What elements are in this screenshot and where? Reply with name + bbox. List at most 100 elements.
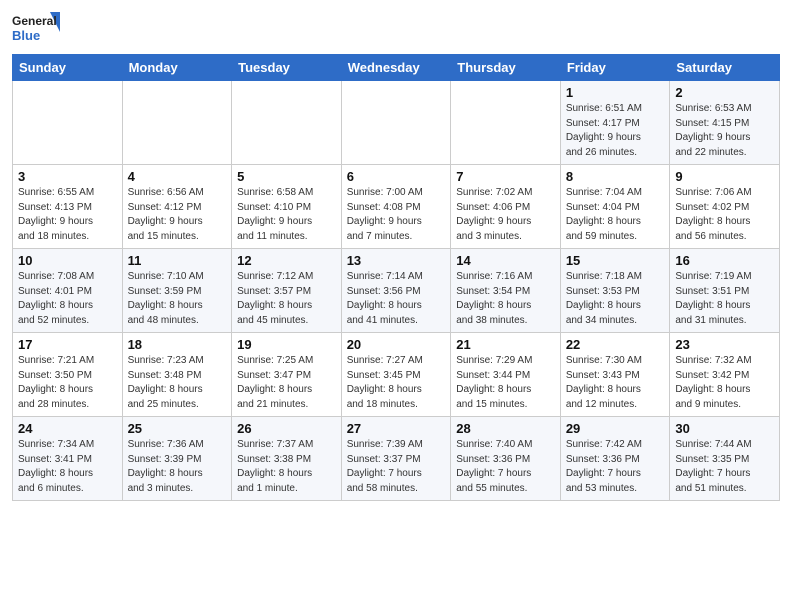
svg-text:General: General [12, 14, 57, 28]
calendar-cell: 13 Sunrise: 7:14 AM Sunset: 3:56 PM Dayli… [341, 249, 451, 333]
calendar-cell: 7 Sunrise: 7:02 AM Sunset: 4:06 PM Daylig… [451, 165, 561, 249]
calendar-week-row: 17Sunrise: 7:21 AM Sunset: 3:50 PM Dayli… [13, 333, 780, 417]
calendar-cell: 28 Sunrise: 7:40 AM Sunset: 3:36 PM Dayli… [451, 417, 561, 501]
day-info: Sunrise: 7:04 AM Sunset: 4:04 PM Dayligh… [566, 186, 665, 244]
calendar-cell: 1 Sunrise: 6:51 AM Sunset: 4:17 PM Daylig… [560, 81, 670, 165]
day-number: 1 [566, 85, 665, 100]
calendar-week-row: 24 Sunrise: 7:34 AM Sunset: 3:41 PM Dayli… [13, 417, 780, 501]
calendar-header-friday: Friday [560, 55, 670, 81]
day-number: 21 [456, 337, 555, 352]
calendar-cell: 18 Sunrise: 7:23 AM Sunset: 3:48 PM Dayli… [122, 333, 232, 417]
day-number: 4 [128, 169, 227, 184]
day-info: Sunrise: 7:39 AM Sunset: 3:37 PM Dayligh… [347, 438, 446, 496]
calendar-header-sunday: Sunday [13, 55, 123, 81]
calendar-cell: 26 Sunrise: 7:37 AM Sunset: 3:38 PM Dayli… [232, 417, 342, 501]
calendar-cell: 2Sunrise: 6:53 AM Sunset: 4:15 PM Daylig… [670, 81, 780, 165]
day-number: 11 [128, 253, 227, 268]
day-number: 9 [675, 169, 774, 184]
day-number: 7 [456, 169, 555, 184]
day-number: 24 [18, 421, 117, 436]
day-info: Sunrise: 6:53 AM Sunset: 4:15 PM Dayligh… [675, 102, 774, 160]
day-number: 26 [237, 421, 336, 436]
calendar-cell: 5 Sunrise: 6:58 AM Sunset: 4:10 PM Daylig… [232, 165, 342, 249]
day-number: 22 [566, 337, 665, 352]
calendar-cell [122, 81, 232, 165]
calendar-header-monday: Monday [122, 55, 232, 81]
calendar-cell: 21 Sunrise: 7:29 AM Sunset: 3:44 PM Dayli… [451, 333, 561, 417]
day-info: Sunrise: 7:25 AM Sunset: 3:47 PM Dayligh… [237, 354, 336, 412]
day-info: Sunrise: 6:58 AM Sunset: 4:10 PM Dayligh… [237, 186, 336, 244]
day-info: Sunrise: 7:06 AM Sunset: 4:02 PM Dayligh… [675, 186, 774, 244]
logo: GeneralBlue [12, 10, 62, 48]
day-number: 14 [456, 253, 555, 268]
day-number: 19 [237, 337, 336, 352]
day-number: 6 [347, 169, 446, 184]
day-number: 8 [566, 169, 665, 184]
day-number: 12 [237, 253, 336, 268]
calendar-cell: 19 Sunrise: 7:25 AM Sunset: 3:47 PM Dayli… [232, 333, 342, 417]
calendar-cell [232, 81, 342, 165]
day-info: Sunrise: 7:34 AM Sunset: 3:41 PM Dayligh… [18, 438, 117, 496]
day-number: 30 [675, 421, 774, 436]
day-info: Sunrise: 7:02 AM Sunset: 4:06 PM Dayligh… [456, 186, 555, 244]
calendar-cell: 23 Sunrise: 7:32 AM Sunset: 3:42 PM Dayli… [670, 333, 780, 417]
calendar-cell: 24 Sunrise: 7:34 AM Sunset: 3:41 PM Dayli… [13, 417, 123, 501]
day-info: Sunrise: 7:27 AM Sunset: 3:45 PM Dayligh… [347, 354, 446, 412]
calendar-cell: 22Sunrise: 7:30 AM Sunset: 3:43 PM Dayli… [560, 333, 670, 417]
calendar-cell: 11Sunrise: 7:10 AM Sunset: 3:59 PM Dayli… [122, 249, 232, 333]
day-info: Sunrise: 7:21 AM Sunset: 3:50 PM Dayligh… [18, 354, 117, 412]
calendar-cell: 3 Sunrise: 6:55 AM Sunset: 4:13 PM Daylig… [13, 165, 123, 249]
calendar-cell [13, 81, 123, 165]
day-number: 16 [675, 253, 774, 268]
calendar-header-saturday: Saturday [670, 55, 780, 81]
day-number: 15 [566, 253, 665, 268]
calendar-cell: 4Sunrise: 6:56 AM Sunset: 4:12 PM Daylig… [122, 165, 232, 249]
day-number: 18 [128, 337, 227, 352]
day-info: Sunrise: 7:14 AM Sunset: 3:56 PM Dayligh… [347, 270, 446, 328]
day-number: 20 [347, 337, 446, 352]
day-info: Sunrise: 7:18 AM Sunset: 3:53 PM Dayligh… [566, 270, 665, 328]
calendar-cell: 10Sunrise: 7:08 AM Sunset: 4:01 PM Dayli… [13, 249, 123, 333]
day-info: Sunrise: 7:36 AM Sunset: 3:39 PM Dayligh… [128, 438, 227, 496]
day-info: Sunrise: 7:23 AM Sunset: 3:48 PM Dayligh… [128, 354, 227, 412]
day-number: 28 [456, 421, 555, 436]
header-row: GeneralBlue [12, 10, 780, 48]
calendar-cell: 14 Sunrise: 7:16 AM Sunset: 3:54 PM Dayli… [451, 249, 561, 333]
calendar-header-wednesday: Wednesday [341, 55, 451, 81]
calendar-cell: 25 Sunrise: 7:36 AM Sunset: 3:39 PM Dayli… [122, 417, 232, 501]
day-number: 23 [675, 337, 774, 352]
svg-text:Blue: Blue [12, 28, 40, 43]
calendar-cell: 27 Sunrise: 7:39 AM Sunset: 3:37 PM Dayli… [341, 417, 451, 501]
day-info: Sunrise: 7:00 AM Sunset: 4:08 PM Dayligh… [347, 186, 446, 244]
day-number: 13 [347, 253, 446, 268]
day-number: 3 [18, 169, 117, 184]
calendar-header-row: SundayMondayTuesdayWednesdayThursdayFrid… [13, 55, 780, 81]
calendar-cell: 30Sunrise: 7:44 AM Sunset: 3:35 PM Dayli… [670, 417, 780, 501]
day-number: 5 [237, 169, 336, 184]
day-info: Sunrise: 7:42 AM Sunset: 3:36 PM Dayligh… [566, 438, 665, 496]
day-info: Sunrise: 7:16 AM Sunset: 3:54 PM Dayligh… [456, 270, 555, 328]
day-info: Sunrise: 7:37 AM Sunset: 3:38 PM Dayligh… [237, 438, 336, 496]
logo-icon: GeneralBlue [12, 10, 62, 48]
day-info: Sunrise: 7:29 AM Sunset: 3:44 PM Dayligh… [456, 354, 555, 412]
calendar-cell [451, 81, 561, 165]
day-info: Sunrise: 6:51 AM Sunset: 4:17 PM Dayligh… [566, 102, 665, 160]
calendar-cell: 17Sunrise: 7:21 AM Sunset: 3:50 PM Dayli… [13, 333, 123, 417]
calendar-cell: 12 Sunrise: 7:12 AM Sunset: 3:57 PM Dayli… [232, 249, 342, 333]
calendar-week-row: 1 Sunrise: 6:51 AM Sunset: 4:17 PM Daylig… [13, 81, 780, 165]
day-info: Sunrise: 7:40 AM Sunset: 3:36 PM Dayligh… [456, 438, 555, 496]
calendar-cell: 16Sunrise: 7:19 AM Sunset: 3:51 PM Dayli… [670, 249, 780, 333]
day-info: Sunrise: 6:55 AM Sunset: 4:13 PM Dayligh… [18, 186, 117, 244]
calendar-cell: 8 Sunrise: 7:04 AM Sunset: 4:04 PM Daylig… [560, 165, 670, 249]
day-number: 25 [128, 421, 227, 436]
page-container: GeneralBlue SundayMondayTuesdayWednesday… [0, 0, 792, 507]
day-number: 27 [347, 421, 446, 436]
day-info: Sunrise: 7:32 AM Sunset: 3:42 PM Dayligh… [675, 354, 774, 412]
day-number: 29 [566, 421, 665, 436]
day-info: Sunrise: 7:08 AM Sunset: 4:01 PM Dayligh… [18, 270, 117, 328]
day-info: Sunrise: 7:12 AM Sunset: 3:57 PM Dayligh… [237, 270, 336, 328]
calendar-table: SundayMondayTuesdayWednesdayThursdayFrid… [12, 54, 780, 501]
calendar-cell: 20 Sunrise: 7:27 AM Sunset: 3:45 PM Dayli… [341, 333, 451, 417]
calendar-cell: 15 Sunrise: 7:18 AM Sunset: 3:53 PM Dayli… [560, 249, 670, 333]
calendar-cell: 6 Sunrise: 7:00 AM Sunset: 4:08 PM Daylig… [341, 165, 451, 249]
